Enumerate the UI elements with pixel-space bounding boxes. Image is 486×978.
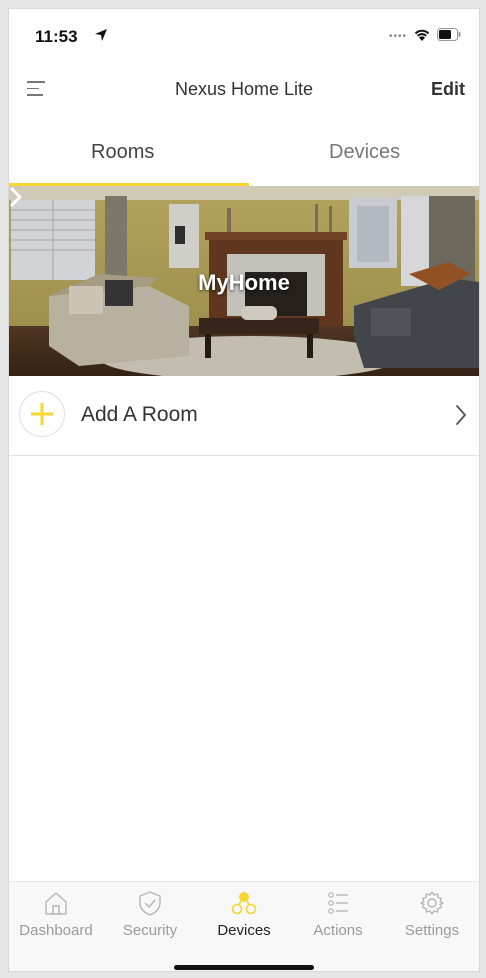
tab-rooms[interactable]: Rooms	[91, 141, 154, 164]
status-indicators: ••••	[389, 27, 461, 42]
segment-tabs: Rooms Devices	[9, 133, 479, 187]
room-card-myhome[interactable]: MyHome	[9, 186, 479, 376]
shield-icon	[139, 891, 161, 916]
navigation-bar: Nexus Home Lite Edit	[9, 69, 479, 111]
tabbar-label: Actions	[313, 922, 363, 939]
bottom-tab-bar: Dashboard Security Devices Actions Setti…	[9, 881, 479, 971]
tabbar-label: Devices	[217, 922, 271, 939]
tabbar-dashboard[interactable]: Dashboard	[9, 890, 103, 939]
room-name: MyHome	[198, 270, 290, 295]
add-room-button[interactable]	[19, 391, 65, 437]
app-screen: 11:53 •••• Nexus Home Lite Edit Rooms De…	[8, 8, 480, 972]
tabbar-label: Settings	[404, 922, 460, 939]
status-time: 11:53	[35, 27, 78, 46]
tab-devices[interactable]: Devices	[329, 141, 400, 164]
plus-icon	[31, 403, 53, 425]
page-title: Nexus Home Lite	[174, 79, 314, 99]
devices-icon	[231, 892, 257, 915]
status-bar: 11:53 ••••	[9, 9, 479, 59]
tabbar-label: Security	[122, 922, 178, 939]
location-arrow-icon	[95, 29, 107, 41]
signal-icon: ••••	[388, 31, 407, 42]
list-icon	[328, 892, 348, 914]
battery-icon	[437, 28, 461, 41]
home-indicator	[174, 965, 314, 970]
add-room-label: Add A Room	[81, 403, 198, 426]
tabbar-security[interactable]: Security	[103, 890, 197, 939]
tabbar-settings[interactable]: Settings	[385, 890, 479, 939]
gear-icon	[420, 891, 444, 915]
add-room-row[interactable]: Add A Room	[9, 377, 479, 456]
tabbar-devices[interactable]: Devices	[197, 890, 291, 939]
chevron-right-icon	[10, 187, 22, 207]
tabbar-label: Dashboard	[19, 922, 93, 939]
tabbar-actions[interactable]: Actions	[291, 890, 385, 939]
edit-button[interactable]: Edit	[431, 79, 465, 100]
wifi-icon	[414, 29, 430, 41]
chevron-right-icon	[456, 405, 466, 425]
house-icon	[45, 892, 67, 915]
